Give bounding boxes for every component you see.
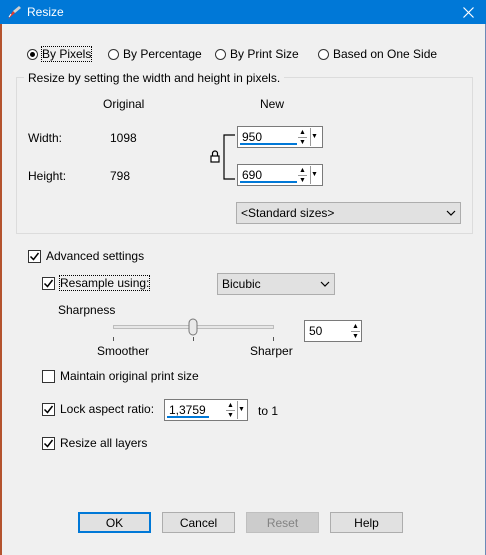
help-button-label: Help — [354, 515, 379, 530]
window-title: Resize — [27, 5, 64, 19]
radio-by-pixels[interactable]: By Pixels — [27, 46, 93, 62]
resize-all-layers-checkbox[interactable]: Resize all layers — [42, 436, 147, 450]
sharper-label: Sharper — [250, 344, 293, 358]
checkbox-box — [42, 369, 55, 383]
lock-aspect-checkbox[interactable]: Lock aspect ratio: — [42, 402, 154, 416]
help-button[interactable]: Help — [330, 512, 403, 533]
app-brush-icon — [8, 6, 21, 19]
radio-by-print-size[interactable]: By Print Size — [215, 47, 299, 61]
input-underline — [240, 181, 297, 183]
standard-sizes-dropdown[interactable]: <Standard sizes> — [236, 202, 461, 224]
input-underline — [240, 143, 297, 145]
advanced-settings-label: Advanced settings — [46, 249, 145, 263]
cancel-button-label: Cancel — [179, 515, 218, 530]
width-label: Width: — [28, 131, 63, 145]
aspect-ratio-value: 1,3759 — [169, 403, 206, 417]
radio-indicator — [318, 48, 329, 60]
spin-down-icon[interactable]: ▼ — [298, 176, 307, 185]
checkmark-icon — [43, 279, 54, 288]
radio-based-on-one-side[interactable]: Based on One Side — [318, 47, 437, 61]
resample-label: Resample using: — [58, 275, 151, 291]
slider-ticks — [113, 337, 274, 341]
checkbox-box — [42, 436, 55, 450]
pixels-group-title: Resize by setting the width and height i… — [24, 71, 285, 85]
aspect-ratio-spinbox[interactable]: 1,3759 ▲ ▼ ▼ — [164, 399, 248, 421]
resample-method-value: Bicubic — [222, 277, 261, 291]
height-label: Height: — [28, 169, 67, 183]
radio-indicator — [215, 48, 226, 60]
resample-method-dropdown[interactable]: Bicubic — [217, 273, 335, 295]
sharpness-label: Sharpness — [58, 303, 116, 317]
link-bracket — [223, 134, 235, 180]
maintain-print-size-checkbox[interactable]: Maintain original print size — [42, 369, 199, 383]
cancel-button[interactable]: Cancel — [162, 512, 235, 533]
dropdown-arrow-icon[interactable]: ▼ — [310, 128, 318, 146]
new-width-spinbox[interactable]: 950 ▲ ▼ ▼ — [237, 126, 323, 148]
spin-up-icon[interactable]: ▲ — [298, 166, 307, 176]
radio-indicator — [108, 48, 119, 60]
close-button[interactable] — [450, 0, 486, 24]
sharpness-value: 50 — [309, 324, 323, 338]
reset-button: Reset — [246, 512, 319, 533]
standard-sizes-value: <Standard sizes> — [241, 206, 335, 220]
spin-down-icon[interactable]: ▼ — [351, 332, 360, 341]
spin-up-icon[interactable]: ▲ — [298, 128, 307, 138]
checkmark-icon — [43, 439, 54, 448]
spin-up-icon[interactable]: ▲ — [226, 401, 235, 411]
title-bar: Resize — [0, 0, 486, 24]
resize-all-layers-label: Resize all layers — [60, 436, 148, 450]
window-left-edge — [0, 24, 2, 555]
original-header: Original — [103, 97, 145, 111]
smoother-label: Smoother — [97, 344, 150, 358]
checkmark-icon — [43, 405, 54, 414]
checkmark-icon — [29, 252, 40, 261]
dropdown-arrow-icon[interactable]: ▼ — [310, 166, 318, 184]
checkbox-box — [28, 249, 41, 263]
advanced-settings-checkbox[interactable]: Advanced settings — [28, 249, 144, 263]
resample-checkbox[interactable]: Resample using: — [42, 275, 151, 291]
new-height-value: 690 — [242, 168, 263, 182]
checkbox-box — [42, 276, 55, 290]
original-width-value: 1098 — [110, 131, 137, 145]
original-height-value: 798 — [110, 169, 131, 183]
spin-down-icon[interactable]: ▼ — [226, 411, 235, 420]
radio-label: Based on One Side — [333, 47, 438, 61]
sharpness-slider-thumb[interactable] — [188, 318, 198, 336]
chevron-down-icon — [446, 210, 456, 216]
lock-icon[interactable] — [210, 150, 220, 163]
close-icon — [462, 6, 474, 18]
aspect-suffix: to 1 — [258, 404, 279, 418]
maintain-print-size-label: Maintain original print size — [60, 369, 199, 383]
ok-button-label: OK — [105, 515, 124, 530]
radio-label: By Percentage — [123, 47, 202, 61]
input-underline — [167, 416, 209, 418]
checkbox-box — [42, 402, 55, 416]
radio-by-percentage[interactable]: By Percentage — [108, 47, 202, 61]
resize-dialog: { "window": { "title": "Resize", "icon":… — [0, 0, 486, 555]
new-width-value: 950 — [242, 130, 263, 144]
radio-label: By Pixels — [40, 46, 93, 62]
ok-button[interactable]: OK — [78, 512, 151, 533]
spin-arrows[interactable]: ▲ ▼ — [226, 401, 235, 419]
lock-aspect-label: Lock aspect ratio: — [60, 402, 155, 416]
dropdown-arrow-icon[interactable]: ▼ — [237, 401, 245, 419]
new-header: New — [260, 97, 285, 111]
spin-down-icon[interactable]: ▼ — [298, 138, 307, 147]
reset-button-label: Reset — [266, 515, 299, 530]
chevron-down-icon — [320, 281, 330, 287]
radio-label: By Print Size — [230, 47, 299, 61]
new-height-spinbox[interactable]: 690 ▲ ▼ ▼ — [237, 164, 323, 186]
spin-arrows[interactable]: ▲ ▼ — [351, 322, 360, 340]
spin-arrows[interactable]: ▲ ▼ — [298, 166, 307, 184]
radio-indicator — [27, 48, 38, 60]
spin-arrows[interactable]: ▲ ▼ — [298, 128, 307, 146]
spin-up-icon[interactable]: ▲ — [351, 322, 360, 332]
sharpness-spinbox[interactable]: 50 ▲ ▼ — [304, 320, 362, 342]
